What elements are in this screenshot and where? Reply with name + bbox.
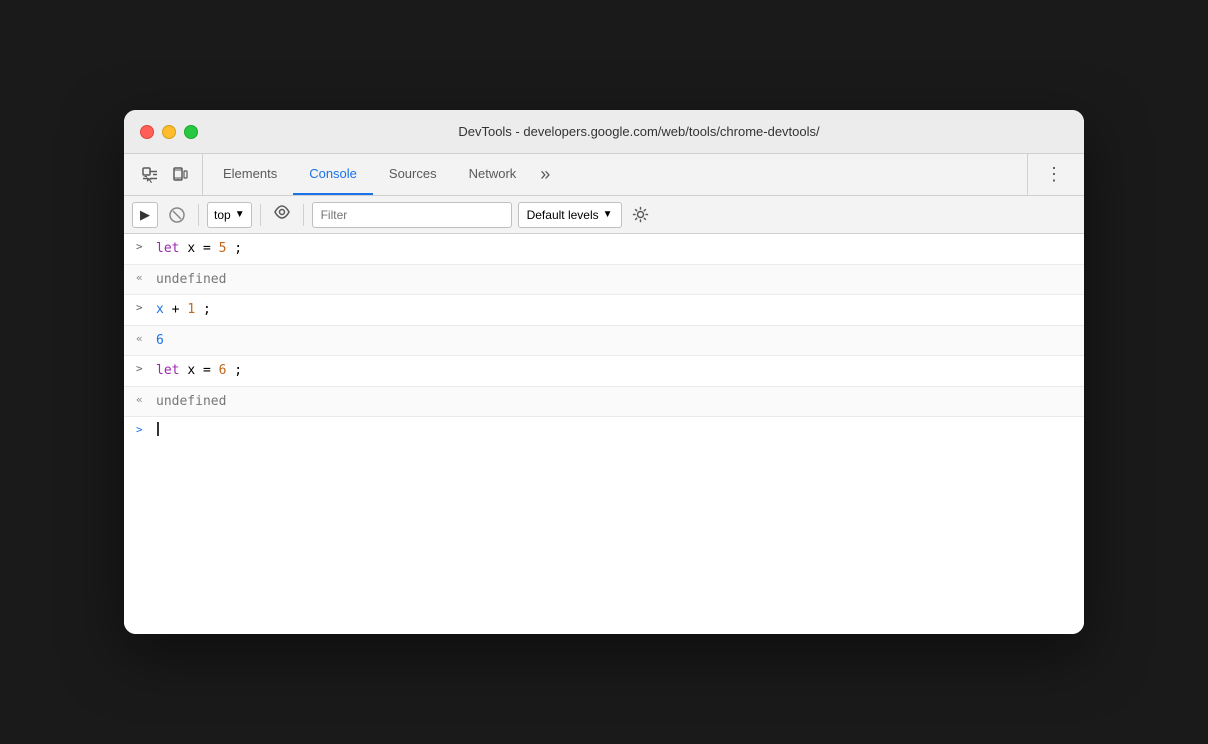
console-entry-2-input: > x + 1 ; xyxy=(124,295,1084,326)
code-equals: = xyxy=(203,241,219,256)
devtools-window: DevTools - developers.google.com/web/too… xyxy=(124,110,1084,634)
log-levels-button[interactable]: Default levels ▼ xyxy=(518,202,622,228)
divider3 xyxy=(303,204,304,226)
levels-label: Default levels xyxy=(527,208,599,222)
context-arrow-icon: ▼ xyxy=(235,209,245,220)
code-text-2: x xyxy=(187,363,203,378)
minimize-button[interactable] xyxy=(162,125,176,139)
output-arrow: « xyxy=(136,271,156,284)
eye-button[interactable] xyxy=(269,205,295,224)
clear-console-button[interactable] xyxy=(164,202,190,228)
cursor xyxy=(157,422,159,436)
output-value-2: 6 xyxy=(156,331,1072,351)
code-semi: ; xyxy=(234,241,242,256)
console-entry-1-input: > let x = 5 ; xyxy=(124,234,1084,265)
context-selector[interactable]: top ▼ xyxy=(207,202,252,228)
keyword-let-2: let xyxy=(156,363,179,378)
number-6: 6 xyxy=(219,363,227,378)
sidebar-toggle-button[interactable]: ▶ xyxy=(132,202,158,228)
toolbar-right: ⋮ xyxy=(1027,154,1080,195)
tabs: Elements Console Sources Network » xyxy=(203,154,1027,195)
divider2 xyxy=(260,204,261,226)
tab-console[interactable]: Console xyxy=(293,154,373,195)
console-entry-3-input: > let x = 6 ; xyxy=(124,356,1084,387)
settings-button[interactable] xyxy=(628,202,654,228)
input-arrow-2: > xyxy=(136,301,156,314)
output-arrow-3: « xyxy=(136,393,156,406)
device-toolbar-button[interactable] xyxy=(166,161,194,189)
number-5: 5 xyxy=(219,241,227,256)
output-value-3: undefined xyxy=(156,392,1072,412)
output-arrow-2: « xyxy=(136,332,156,345)
more-tabs-button[interactable]: » xyxy=(532,154,558,195)
window-title: DevTools - developers.google.com/web/too… xyxy=(210,124,1068,139)
prompt-arrow: > xyxy=(136,423,156,436)
maximize-button[interactable] xyxy=(184,125,198,139)
title-bar: DevTools - developers.google.com/web/too… xyxy=(124,110,1084,154)
console-output: > let x = 5 ; « undefined > x + 1 ; xyxy=(124,234,1084,634)
code-content: let x = 5 ; xyxy=(156,239,1072,259)
code-equals-2: = xyxy=(203,363,219,378)
prompt-content[interactable] xyxy=(156,422,1072,436)
levels-arrow-icon: ▼ xyxy=(603,209,613,220)
console-prompt-row[interactable]: > xyxy=(124,417,1084,445)
tab-elements[interactable]: Elements xyxy=(207,154,293,195)
input-arrow: > xyxy=(136,240,156,253)
console-entry-3-output: « undefined xyxy=(124,387,1084,418)
inspect-element-button[interactable] xyxy=(136,161,164,189)
console-entry-2-output: « 6 xyxy=(124,326,1084,357)
input-arrow-3: > xyxy=(136,362,156,375)
traffic-lights xyxy=(140,125,198,139)
toolbar-icons xyxy=(128,154,203,195)
more-options-button[interactable]: ⋮ xyxy=(1040,161,1068,189)
context-value: top xyxy=(214,208,231,222)
devtools-tab-bar: Elements Console Sources Network » ⋮ xyxy=(124,154,1084,196)
code-content-3: let x = 6 ; xyxy=(156,361,1072,381)
sidebar-icon: ▶ xyxy=(140,207,150,223)
code-semi-2: ; xyxy=(203,302,211,317)
tab-network[interactable]: Network xyxy=(453,154,533,195)
code-content-2: x + 1 ; xyxy=(156,300,1072,320)
console-toolbar: ▶ top ▼ Default levels ▼ xyxy=(124,196,1084,234)
keyword-let: let xyxy=(156,241,179,256)
filter-input[interactable] xyxy=(312,202,512,228)
console-entry-1-output: « undefined xyxy=(124,265,1084,296)
number-1: 1 xyxy=(187,302,195,317)
close-button[interactable] xyxy=(140,125,154,139)
code-semi-3: ; xyxy=(234,363,242,378)
tab-sources[interactable]: Sources xyxy=(373,154,453,195)
code-op: + xyxy=(172,302,188,317)
output-value: undefined xyxy=(156,270,1072,290)
divider xyxy=(198,204,199,226)
var-x: x xyxy=(156,302,164,317)
code-text: x xyxy=(187,241,203,256)
